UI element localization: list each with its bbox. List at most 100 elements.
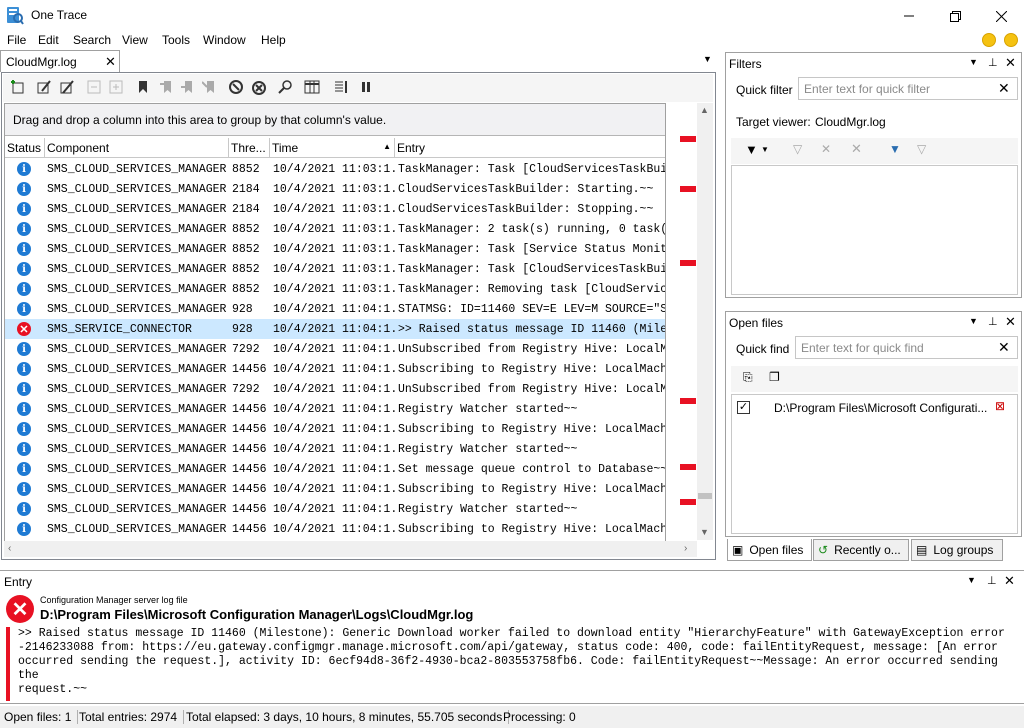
table-row[interactable]: i SMS_CLOUD_SERVICES_MANAGER 7292 10/4/2021… <box>5 379 665 399</box>
column-header-time[interactable]: Time ▲ <box>270 138 395 158</box>
scroll-right-icon[interactable]: › <box>684 543 687 554</box>
minimize-button[interactable] <box>886 0 932 32</box>
pane-close-icon[interactable]: ✕ <box>1005 314 1016 330</box>
error-marker[interactable] <box>680 186 696 192</box>
document-list-dropdown-icon[interactable]: ▼ <box>703 54 712 64</box>
restore-button[interactable] <box>932 0 978 32</box>
table-row[interactable]: i SMS_CLOUD_SERVICES_MANAGER 2184 10/4/2021… <box>5 179 665 199</box>
column-header-thread[interactable]: Thre... <box>229 138 270 158</box>
clear-filter-icon[interactable]: ✕ <box>998 80 1010 97</box>
scroll-to-end-icon[interactable] <box>331 78 349 96</box>
table-row[interactable]: i SMS_CLOUD_SERVICES_MANAGER 14456 10/4/202… <box>5 479 665 499</box>
previous-bookmark-icon[interactable] <box>157 78 175 96</box>
table-row[interactable]: i SMS_CLOUD_SERVICES_MANAGER 928 10/4/2021 … <box>5 299 665 319</box>
frown-feedback-icon[interactable] <box>1004 33 1018 47</box>
cell-component: SMS_CLOUD_SERVICES_MANAGER <box>47 183 227 196</box>
bookmark-icon[interactable] <box>134 78 152 96</box>
scroll-up-icon[interactable]: ▲ <box>700 105 709 115</box>
table-row[interactable]: i SMS_CLOUD_SERVICES_MANAGER 14456 10/4/202… <box>5 439 665 459</box>
table-row[interactable]: i SMS_CLOUD_SERVICES_MANAGER 14456 10/4/202… <box>5 359 665 379</box>
clear-find-icon[interactable]: ✕ <box>998 339 1010 356</box>
menu-edit[interactable]: Edit <box>38 33 59 47</box>
find-next-error-icon[interactable] <box>249 78 267 96</box>
clear-bookmarks-icon[interactable] <box>200 78 218 96</box>
error-overview-ruler[interactable] <box>668 106 696 543</box>
table-row[interactable]: ✕ SMS_SERVICE_CONNECTOR 928 10/4/2021 11:04… <box>5 319 665 339</box>
menu-file[interactable]: File <box>7 33 26 47</box>
error-marker[interactable] <box>680 136 696 142</box>
tab-cloudmgr-log[interactable]: CloudMgr.log ✕ <box>0 50 120 72</box>
next-bookmark-icon[interactable] <box>178 78 196 96</box>
menu-search[interactable]: Search <box>73 33 111 47</box>
column-header-component[interactable]: Component <box>45 138 229 158</box>
filter-dropdown-icon[interactable]: ▼ <box>761 145 769 154</box>
pane-menu-icon[interactable]: ▼ <box>967 575 976 585</box>
cell-time: 10/4/2021 11:03:1... <box>273 203 395 216</box>
pause-icon[interactable] <box>357 78 375 96</box>
table-row[interactable]: i SMS_CLOUD_SERVICES_MANAGER 7292 10/4/2021… <box>5 339 665 359</box>
table-row[interactable]: i SMS_CLOUD_SERVICES_MANAGER 14456 10/4/202… <box>5 499 665 519</box>
pin-icon[interactable]: ⊥ <box>987 574 997 587</box>
menu-view[interactable]: View <box>122 33 148 47</box>
vertical-scrollbar[interactable]: ▲ ▼ <box>697 103 713 540</box>
table-row[interactable]: i SMS_CLOUD_SERVICES_MANAGER 8852 10/4/2021… <box>5 279 665 299</box>
error-marker[interactable] <box>680 499 696 505</box>
table-row[interactable]: i SMS_CLOUD_SERVICES_MANAGER 14456 10/4/202… <box>5 399 665 419</box>
collapse-all-icon[interactable] <box>85 78 103 96</box>
file-close-icon[interactable]: ⊠ <box>995 399 1005 413</box>
edit-highlight-icon[interactable] <box>35 78 53 96</box>
quick-filter-input[interactable]: Enter text for quick filter <box>798 77 1018 100</box>
scroll-left-icon[interactable]: ‹ <box>8 543 11 554</box>
table-row[interactable]: i SMS_CLOUD_SERVICES_MANAGER 14456 10/4/202… <box>5 459 665 479</box>
menu-help[interactable]: Help <box>261 33 286 47</box>
expand-all-icon[interactable] <box>107 78 125 96</box>
find-icon[interactable] <box>276 78 294 96</box>
quick-find-input[interactable]: Enter text for quick find <box>795 336 1018 359</box>
add-filter-icon[interactable]: ▽ <box>793 142 802 156</box>
error-marker[interactable] <box>680 398 696 404</box>
find-error-icon[interactable] <box>227 78 245 96</box>
pane-close-icon[interactable]: ✕ <box>1005 55 1016 71</box>
filters-list[interactable] <box>731 165 1018 295</box>
copy-path-icon[interactable]: ⎘ <box>743 370 753 385</box>
table-row[interactable]: i SMS_CLOUD_SERVICES_MANAGER 14456 10/4/202… <box>5 519 665 539</box>
filter-icon[interactable]: ▼ <box>745 142 758 157</box>
reset-filter-icon[interactable]: ▽ <box>917 142 926 156</box>
open-folder-icon[interactable]: ❐ <box>769 370 780 384</box>
table-row[interactable]: i SMS_CLOUD_SERVICES_MANAGER 14456 10/4/202… <box>5 419 665 439</box>
menu-tools[interactable]: Tools <box>162 33 190 47</box>
error-marker[interactable] <box>680 260 696 266</box>
column-header-status[interactable]: Status <box>5 138 45 158</box>
pane-close-icon[interactable]: ✕ <box>1004 573 1015 589</box>
clear-filters-icon[interactable]: ✕ <box>851 141 862 157</box>
open-file-path[interactable]: D:\Program Files\Microsoft Configurati..… <box>774 401 987 415</box>
file-checkbox[interactable]: ✓ <box>737 401 750 414</box>
scroll-thumb[interactable] <box>698 493 712 499</box>
scroll-down-icon[interactable]: ▼ <box>700 527 709 537</box>
table-row[interactable]: i SMS_CLOUD_SERVICES_MANAGER 8852 10/4/2021… <box>5 159 665 179</box>
tab-close-icon[interactable]: ✕ <box>105 54 116 70</box>
remove-filter-icon[interactable]: ✕ <box>821 142 831 156</box>
menu-window[interactable]: Window <box>203 33 246 47</box>
table-row[interactable]: i SMS_CLOUD_SERVICES_MANAGER 8852 10/4/2021… <box>5 239 665 259</box>
tab-log-groups[interactable]: ▤ Log groups <box>911 539 1003 561</box>
pane-menu-icon[interactable]: ▼ <box>969 57 978 67</box>
smile-feedback-icon[interactable] <box>982 33 996 47</box>
pin-icon[interactable]: ⊥ <box>988 315 998 328</box>
apply-filter-icon[interactable]: ▼ <box>889 142 901 156</box>
add-highlight-icon[interactable] <box>9 78 27 96</box>
error-marker[interactable] <box>680 464 696 470</box>
columns-icon[interactable] <box>303 78 321 96</box>
pane-menu-icon[interactable]: ▼ <box>969 316 978 326</box>
column-header-entry[interactable]: Entry <box>395 138 665 158</box>
table-row[interactable]: i SMS_CLOUD_SERVICES_MANAGER 8852 10/4/2021… <box>5 259 665 279</box>
table-row[interactable]: i SMS_CLOUD_SERVICES_MANAGER 2184 10/4/2021… <box>5 199 665 219</box>
remove-highlight-icon[interactable] <box>58 78 76 96</box>
close-button[interactable] <box>978 0 1024 32</box>
group-by-area[interactable]: Drag and drop a column into this area to… <box>5 104 665 136</box>
horizontal-scrollbar[interactable]: ‹ › <box>4 541 697 557</box>
table-row[interactable]: i SMS_CLOUD_SERVICES_MANAGER 8852 10/4/2021… <box>5 219 665 239</box>
tab-open-files[interactable]: ▣ Open files <box>727 539 812 561</box>
tab-recently-opened[interactable]: ↺ Recently o... <box>813 539 909 561</box>
pin-icon[interactable]: ⊥ <box>988 56 998 69</box>
